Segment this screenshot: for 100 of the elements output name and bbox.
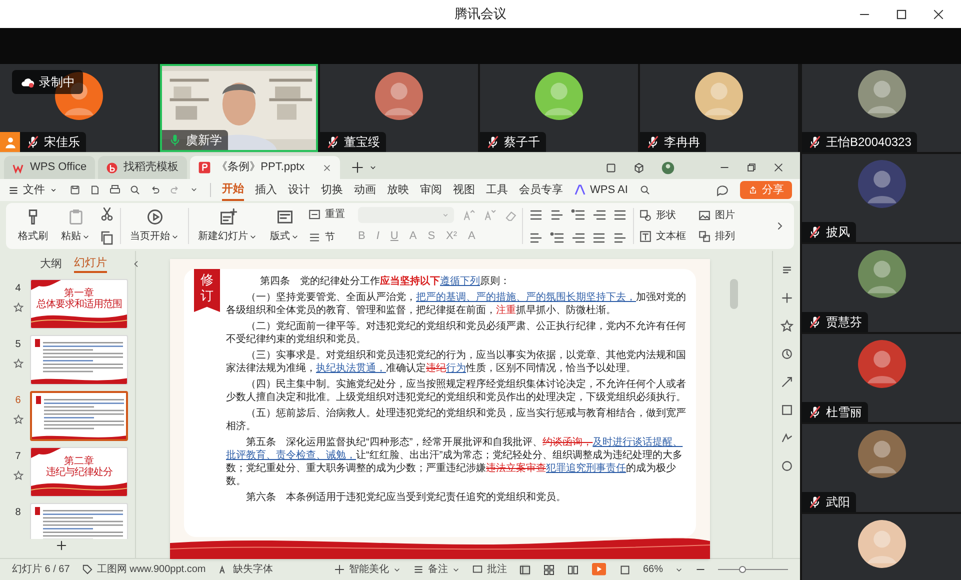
new-tab-icon[interactable] [350,161,364,174]
zoom-thumb[interactable] [738,566,746,573]
document-tab[interactable]: 《条例》PPT.pptx [190,156,340,179]
menu-tab[interactable]: 审阅 [420,179,442,201]
star-icon[interactable] [12,358,24,369]
restore-icon[interactable] [746,162,757,173]
close-icon[interactable] [773,162,784,173]
shape-button[interactable]: 形状 [639,208,686,223]
circle-icon[interactable] [780,459,794,473]
copy-icon[interactable] [99,230,115,246]
theme-info[interactable]: 工图网 www.900ppt.com [82,562,206,577]
chat-icon[interactable] [716,184,729,196]
zoom-slider[interactable] [718,564,788,574]
menu-tab[interactable]: 插入 [255,179,277,201]
fit-icon[interactable] [618,564,631,576]
clock-icon[interactable] [780,347,794,361]
thumbnail-subtitle: 总体要求和适用范围 [36,299,122,310]
comments-button[interactable]: 批注 [472,562,507,577]
participant-name: 王怡B20040323 [826,134,912,151]
layout-button[interactable]: 版式 [266,208,303,244]
zoom-level[interactable]: 66% [642,562,663,577]
grid-view-icon[interactable] [542,564,555,576]
menu-tab[interactable]: 开始 [222,179,244,201]
reset-button[interactable]: 重置 [308,207,345,222]
participant-name: 杜雪丽 [826,404,862,421]
slide-paragraph: 第六条 本条例适用于违犯党纪应当受到党纪责任追究的党组织和党员。 [245,491,567,504]
participant-name: 贾慧芬 [826,314,862,331]
menu-tab[interactable]: 设计 [288,179,310,201]
document-tab[interactable]: 找稻壳模板 [98,156,187,179]
cut-icon[interactable] [99,206,115,222]
maximize-icon[interactable] [895,8,908,20]
slide-thumbnail[interactable] [30,391,128,441]
slide-thumbnail[interactable]: 第一章 总体要求和适用范围 [30,279,128,329]
star-icon[interactable] [12,302,24,313]
textbox-icon [639,230,652,243]
reading-view-icon[interactable] [566,564,579,576]
mic-muted-icon [808,405,822,419]
indent-icon[interactable] [549,230,565,246]
recording-badge[interactable]: 录制中 [12,70,83,94]
play-from-current-button[interactable]: 当页开始 [126,208,183,244]
close-icon[interactable] [932,8,945,20]
square-icon[interactable] [780,403,794,417]
participant-name: 虞新学 [186,132,222,149]
new-slide-button[interactable]: 新建幻灯片 [194,208,261,244]
participant-name: 董宝绥 [344,134,380,151]
ai-menu[interactable]: WPS AI [574,182,628,198]
arrow-icon[interactable] [780,375,794,389]
menu-tab[interactable]: 切换 [321,179,343,201]
notes-icon [412,564,424,575]
font-name-field[interactable] [358,207,454,224]
add-slide-icon[interactable] [55,539,68,552]
file-menu[interactable]: 文件 [8,182,58,198]
star-icon[interactable] [780,319,794,333]
menu-tab[interactable]: 工具 [486,179,508,201]
star-icon[interactable] [12,414,24,425]
slide-paragraph: （一）坚持党要管党、全面从严治党，把严的基调、严的措施、严的氛围长期坚持下去，加强对党的各级组织和全体党员的教育、管理和监督，把纪律挺在前面，注重抓早抓小、防微杜渐。 [226,291,686,317]
search-icon[interactable] [638,184,651,196]
document-tab[interactable]: WPS Office [4,156,95,179]
chart-icon[interactable] [780,431,794,445]
slide-thumbnail[interactable]: 第二章 违纪与纪律处分 [30,447,128,497]
notes-button[interactable]: 备注 [412,562,460,577]
menu-tab[interactable]: 视图 [453,179,475,201]
slide-number: 8 [15,506,21,520]
save-icon[interactable] [69,184,81,196]
menu-tab[interactable]: 放映 [387,179,409,201]
indent-icon[interactable] [570,206,586,222]
print-icon[interactable] [109,184,121,196]
window-icon[interactable] [605,162,617,174]
window-title: 腾讯会议 [454,5,506,24]
tab-close-icon[interactable] [322,162,332,172]
cube-icon[interactable] [633,162,645,174]
star-icon[interactable] [12,470,24,481]
slide-paragraph: （三）实事求是。对党组织和党员违犯党纪的行为，应当以事实为依据，以党章、其他党内法规和国家法律法规为准绳，执纪执法贯通，准确认定违纪行为性质，区别不同情况，恰当予以处理。 [226,349,686,375]
arrange-button[interactable]: 排列 [698,229,745,244]
section-button[interactable]: 节 [308,230,345,245]
panel-tab[interactable]: 幻灯片 [74,254,107,274]
participant-name: 武阳 [826,494,850,511]
beautify-button[interactable]: 智能美化 [334,562,401,577]
ai-logo-icon [574,184,586,196]
revision-badge: 修订 [194,269,220,312]
textbox-button[interactable]: 文本框 [639,229,686,244]
menu-tab[interactable]: 会员专享 [519,179,563,201]
normal-view-icon[interactable] [518,564,531,576]
mic-muted-icon [808,315,822,329]
play-button[interactable] [590,562,607,576]
menu-tab[interactable]: 动画 [354,179,376,201]
mic-muted-icon [26,135,40,149]
arrange-icon [698,230,711,243]
paste-button[interactable]: 粘贴 [57,208,94,244]
slide-paragraph: 第五条 深化运用监督执纪“四种形态”，经常开展批评和自我批评、约谈函询，及时进行谈话提醒、批评教育、责令检查、诫勉，让“红红脸、出出汗”成为常态；党纪轻处分、组织调整成为违纪处理的大多数；党纪重处分、重大职务调整的成为少数；严重违纪涉嫌违法立案审查犯罪追究刑事责任的成为极少数。 [226,436,684,488]
template-logo-icon [106,162,118,174]
format-painter-button[interactable]: 格式刷 [14,208,52,244]
panel-tab[interactable]: 大纲 [40,256,62,272]
picture-button[interactable]: 图片 [698,208,745,223]
print-preview-icon[interactable] [129,184,141,196]
scrollbar[interactable] [730,279,738,309]
user-avatar[interactable] [661,160,675,174]
slide-number: 5 [15,338,21,352]
missing-font-button[interactable]: 缺失字体 [218,562,273,577]
comment-icon [472,564,483,575]
